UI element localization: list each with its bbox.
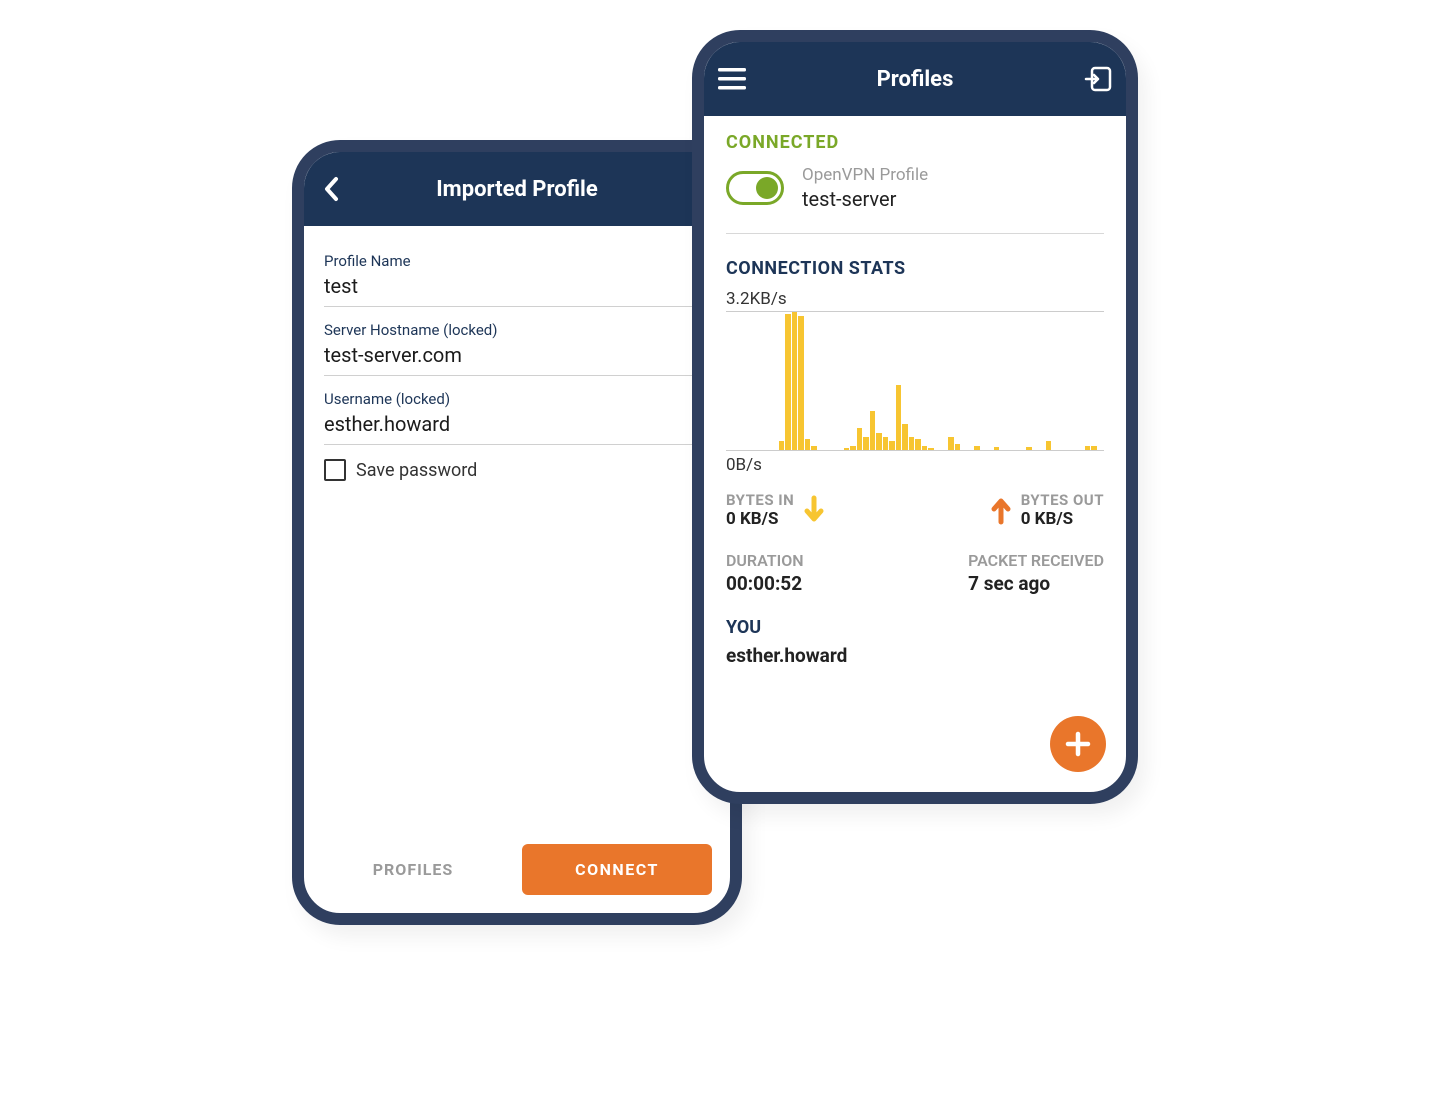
chart-bar [870, 411, 876, 450]
profile-row: OpenVPN Profile test-server [726, 165, 1104, 234]
chart-bar [1026, 447, 1032, 450]
toggle-knob [756, 177, 778, 199]
plus-icon [1063, 729, 1093, 759]
chart-bar [974, 446, 980, 450]
you-label: YOU [726, 617, 1104, 638]
header-bar: Profiles [704, 42, 1126, 116]
bytes-in-col: BYTES IN 0 KB/S [726, 491, 826, 529]
save-password-row[interactable]: Save password [324, 459, 710, 481]
import-button[interactable] [1078, 59, 1118, 99]
bytes-out-value: 0 KB/S [1021, 509, 1104, 529]
menu-button[interactable] [712, 59, 752, 99]
chart-bar [850, 446, 856, 450]
throughput-chart [726, 311, 1104, 451]
chart-bar [902, 424, 908, 450]
chevron-left-icon [323, 176, 341, 202]
profile-type-label: OpenVPN Profile [802, 165, 928, 185]
profile-name-label: test-server [802, 187, 928, 211]
chart-bar [883, 437, 889, 450]
imported-profile-screen: Imported Profile Profile Name test Serve… [292, 140, 742, 925]
profile-name-label: Profile Name [324, 252, 710, 270]
bytes-in-label: BYTES IN [726, 491, 794, 509]
header-bar: Imported Profile [304, 152, 730, 226]
chart-bar [785, 314, 791, 450]
hostname-label: Server Hostname (locked) [324, 321, 710, 339]
stats-title: CONNECTION STATS [726, 258, 1104, 279]
bytes-stats-row: BYTES IN 0 KB/S BYTES OUT 0 KB/S [726, 491, 1104, 529]
username-value: esther.howard [324, 408, 710, 445]
duration-col: DURATION 00:00:52 [726, 551, 804, 595]
chart-bar [955, 444, 961, 450]
username-label: Username (locked) [324, 390, 710, 408]
chart-bar [928, 448, 934, 450]
chart-bar [792, 312, 798, 450]
chart-bar [798, 316, 804, 450]
chart-y-min: 0B/s [726, 455, 1104, 475]
content-area: CONNECTED OpenVPN Profile test-server CO… [704, 116, 1126, 667]
chart-bar [811, 446, 817, 450]
packet-label: PACKET RECEIVED [968, 551, 1104, 570]
form-area: Profile Name test Server Hostname (locke… [304, 226, 730, 481]
back-button[interactable] [312, 169, 352, 209]
packet-value: 7 sec ago [968, 572, 1104, 595]
chart-bar [909, 437, 915, 450]
hostname-value: test-server.com [324, 339, 710, 376]
arrow-down-icon [802, 495, 826, 525]
packet-col: PACKET RECEIVED 7 sec ago [968, 551, 1104, 595]
bytes-out-col: BYTES OUT 0 KB/S [989, 491, 1104, 529]
screen-title: Imported Profile [436, 177, 598, 202]
chart-bar [805, 439, 811, 450]
chart-bar [857, 428, 863, 450]
profiles-screen: Profiles CONNECTED OpenVPN Profile test-… [692, 30, 1138, 804]
chart-bar [876, 433, 882, 450]
chart-bar [922, 446, 928, 450]
duration-value: 00:00:52 [726, 572, 804, 595]
bytes-out-label: BYTES OUT [1021, 491, 1104, 509]
connect-button[interactable]: CONNECT [522, 844, 712, 895]
duration-label: DURATION [726, 551, 804, 570]
you-value: esther.howard [726, 644, 1104, 667]
chart-bar [1085, 446, 1091, 450]
chart-bar [779, 441, 785, 450]
chart-bar [915, 439, 921, 450]
duration-packet-row: DURATION 00:00:52 PACKET RECEIVED 7 sec … [726, 551, 1104, 595]
bottom-bar: PROFILES CONNECT [304, 844, 730, 895]
profile-name-input[interactable]: test [324, 270, 710, 307]
profile-text: OpenVPN Profile test-server [802, 165, 928, 211]
arrow-up-icon [989, 495, 1013, 525]
connected-status: CONNECTED [726, 132, 1104, 153]
chart-y-max: 3.2KB/s [726, 289, 1104, 309]
chart-bar [896, 385, 902, 450]
chart-bar [889, 441, 895, 450]
save-password-checkbox[interactable] [324, 459, 346, 481]
chart-bar [994, 447, 1000, 450]
chart-bar [1091, 446, 1097, 450]
add-profile-fab[interactable] [1050, 716, 1106, 772]
chart-bar [1046, 441, 1052, 450]
chart-bar [844, 448, 850, 450]
save-password-label: Save password [356, 460, 477, 481]
connection-toggle[interactable] [726, 171, 784, 205]
chart-bar [948, 437, 954, 450]
chart-bar [863, 437, 869, 450]
hamburger-icon [718, 68, 746, 90]
screen-title: Profiles [877, 67, 954, 92]
import-icon [1084, 66, 1112, 92]
bytes-in-value: 0 KB/S [726, 509, 794, 529]
profiles-button[interactable]: PROFILES [322, 860, 504, 879]
